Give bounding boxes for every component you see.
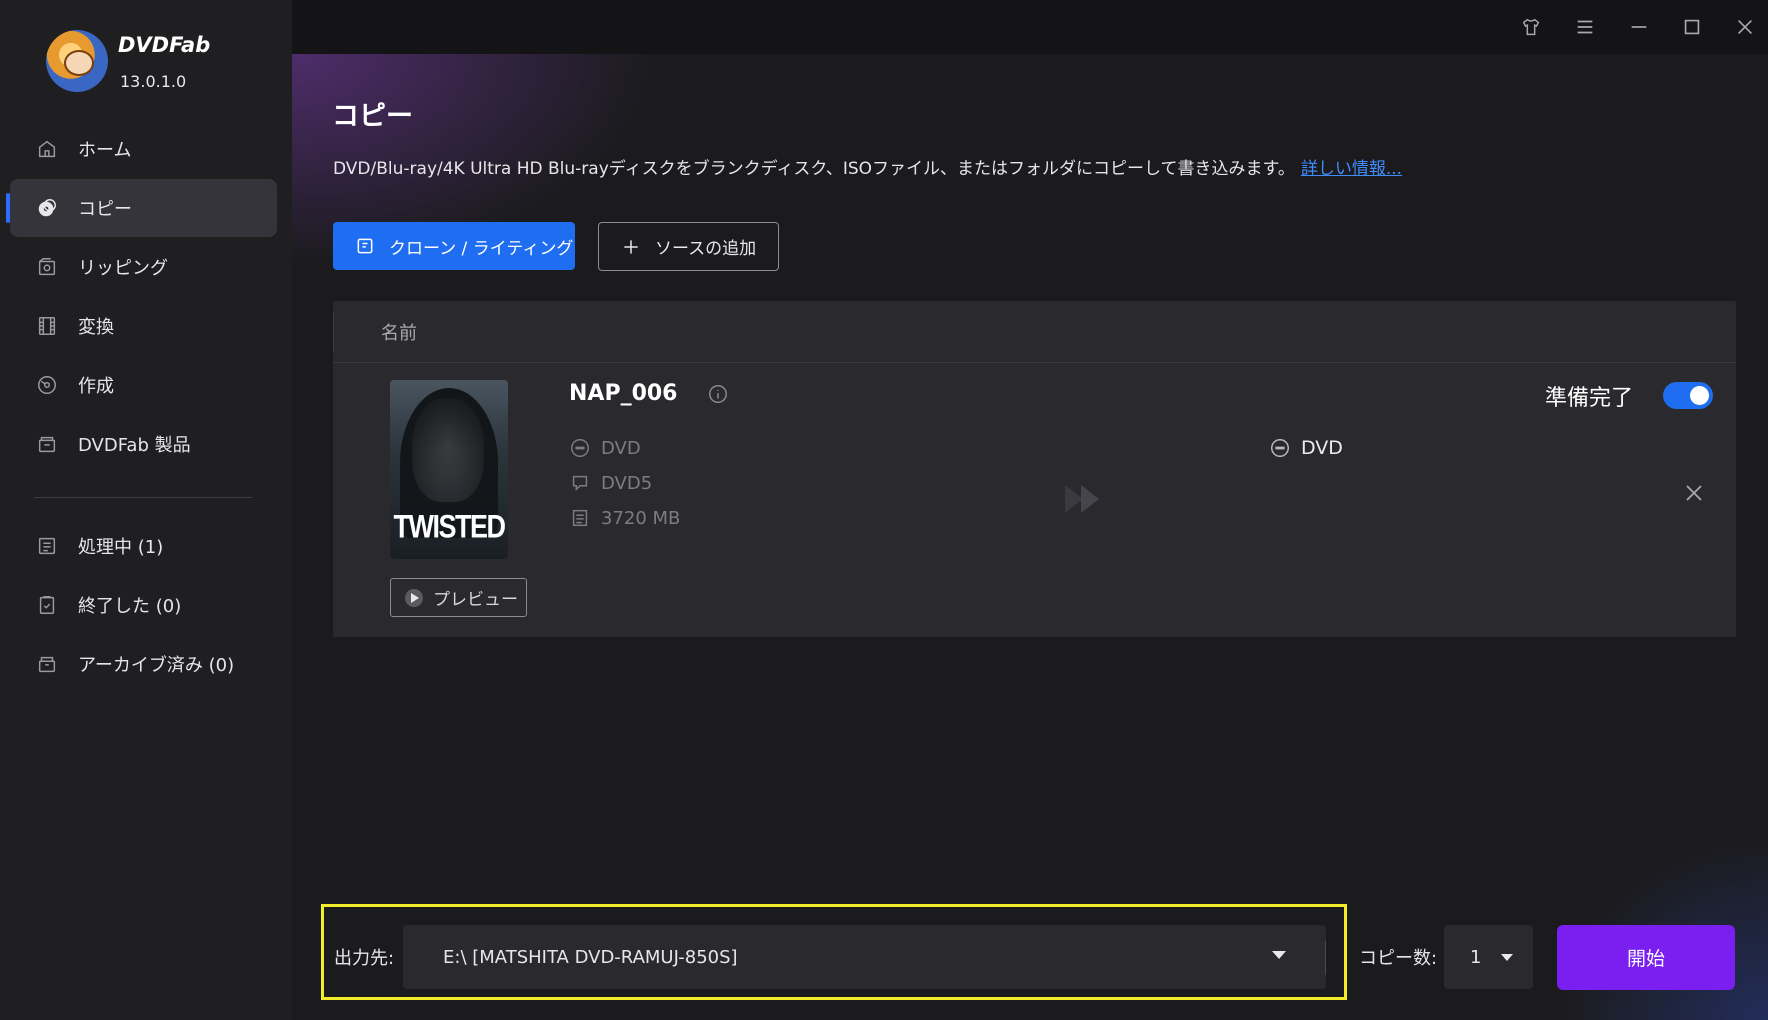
main-content: コピー DVD/Blu-ray/4K Ultra HD Blu-rayディスクを…	[292, 54, 1768, 1020]
source-table: 名前 TWISTED NAP_006 DVD DVD5 3720 MB プレビュ…	[333, 301, 1736, 637]
disc-icon	[571, 439, 589, 457]
add-source-label: ソースの追加	[655, 239, 757, 259]
column-name: 名前	[381, 323, 417, 344]
shirt-icon[interactable]	[1514, 10, 1548, 44]
close-icon[interactable]	[1728, 10, 1762, 44]
size-icon	[572, 509, 588, 527]
app-version: 13.0.1.0	[120, 72, 187, 91]
sidebar-item-label: コピー	[78, 199, 132, 220]
play-icon	[405, 588, 423, 607]
source-type: DVD	[569, 437, 641, 459]
output-destination-value: E:\ [MATSHITA DVD-RAMUJ-850S]	[443, 946, 738, 968]
clone-writing-label: クローン / ライティング	[389, 238, 574, 259]
sidebar-item-ripping[interactable]: リッピング	[10, 238, 277, 296]
sidebar-item-home[interactable]: ホーム	[10, 120, 277, 178]
processing-list-icon	[36, 535, 58, 557]
disc-format-label: DVD5	[601, 472, 653, 494]
title-bar	[292, 0, 1768, 54]
table-header: 名前	[333, 301, 1736, 363]
file-size: 3720 MB	[569, 507, 680, 529]
source-type-label: DVD	[601, 437, 641, 459]
sidebar-item-copy[interactable]: コピー	[6, 179, 277, 237]
minimize-icon[interactable]	[1622, 10, 1656, 44]
home-icon	[36, 138, 58, 160]
clone-icon	[357, 238, 373, 254]
copies-select[interactable]: 1	[1444, 925, 1533, 989]
sidebar-item-convert[interactable]: 変換	[10, 297, 277, 355]
sidebar-item-label: DVDFab 製品	[78, 435, 191, 456]
plus-icon	[624, 239, 638, 254]
sidebar-item-archived[interactable]: アーカイブ済み (0)	[10, 635, 277, 693]
sidebar-item-label: 終了した (0)	[78, 596, 182, 617]
sidebar: DVDFab 13.0.1.0 ホーム コピー リッピング 変換 作成 DVDF…	[0, 0, 292, 1020]
archive-icon	[36, 653, 58, 675]
preview-button[interactable]: プレビュー	[390, 578, 527, 617]
copies-value: 1	[1470, 946, 1482, 968]
remove-item-icon[interactable]	[1682, 481, 1706, 505]
page-title: コピー	[332, 101, 413, 132]
clipboard-check-icon	[36, 594, 58, 616]
sidebar-item-products[interactable]: DVDFab 製品	[10, 415, 277, 473]
sidebar-item-label: リッピング	[78, 258, 168, 279]
add-source-button[interactable]: ソースの追加	[598, 222, 779, 271]
dvdfab-logo	[46, 30, 108, 92]
copy-disc-icon	[36, 197, 58, 219]
movie-poster: TWISTED	[390, 380, 508, 559]
page-description: DVD/Blu-ray/4K Ultra HD Blu-rayディスクをブランク…	[333, 154, 1402, 179]
sidebar-item-label: アーカイブ済み (0)	[78, 655, 235, 676]
create-disc-icon	[36, 374, 58, 396]
maximize-icon[interactable]	[1675, 10, 1709, 44]
forward-arrow-icon	[1065, 485, 1099, 513]
menu-icon[interactable]	[1568, 10, 1602, 44]
disc-format: DVD5	[569, 472, 652, 494]
sidebar-item-finished[interactable]: 終了した (0)	[10, 576, 277, 634]
chevron-down-icon	[1272, 951, 1286, 959]
sidebar-item-create[interactable]: 作成	[10, 356, 277, 414]
target-type: DVD	[1269, 437, 1343, 459]
brand-name: DVDFab	[118, 33, 211, 57]
output-destination-select[interactable]: E:\ [MATSHITA DVD-RAMUJ-850S]	[403, 925, 1326, 989]
target-type-label: DVD	[1301, 437, 1343, 459]
copies-label: コピー数:	[1359, 948, 1438, 969]
film-icon	[36, 315, 58, 337]
start-button[interactable]: 開始	[1557, 925, 1735, 990]
chevron-down-icon	[1501, 954, 1513, 961]
sidebar-divider	[34, 497, 252, 498]
enable-toggle[interactable]	[1663, 382, 1713, 409]
output-label: 出力先:	[334, 948, 395, 969]
preview-label: プレビュー	[433, 590, 518, 610]
ripping-icon	[36, 256, 58, 278]
poster-title: TWISTED	[393, 508, 507, 545]
box-icon	[36, 433, 58, 455]
sidebar-item-label: ホーム	[78, 140, 132, 161]
sidebar-item-label: 作成	[78, 376, 114, 397]
clone-writing-button[interactable]: クローン / ライティング	[333, 222, 575, 270]
sidebar-item-label: 変換	[78, 317, 114, 338]
info-icon[interactable]	[707, 383, 729, 405]
disc-format-icon	[572, 475, 588, 492]
file-size-label: 3720 MB	[601, 507, 681, 529]
sidebar-item-processing[interactable]: 処理中 (1)	[10, 517, 277, 575]
header-separator	[333, 313, 334, 351]
status-ready: 準備完了	[1545, 386, 1634, 411]
sidebar-item-label: 処理中 (1)	[78, 537, 164, 558]
item-title: NAP_006	[569, 381, 678, 406]
more-info-link[interactable]: 詳しい情報...	[1301, 159, 1402, 179]
target-disc-icon	[1271, 439, 1289, 457]
description-text: DVD/Blu-ray/4K Ultra HD Blu-rayディスクをブランク…	[333, 159, 1295, 179]
